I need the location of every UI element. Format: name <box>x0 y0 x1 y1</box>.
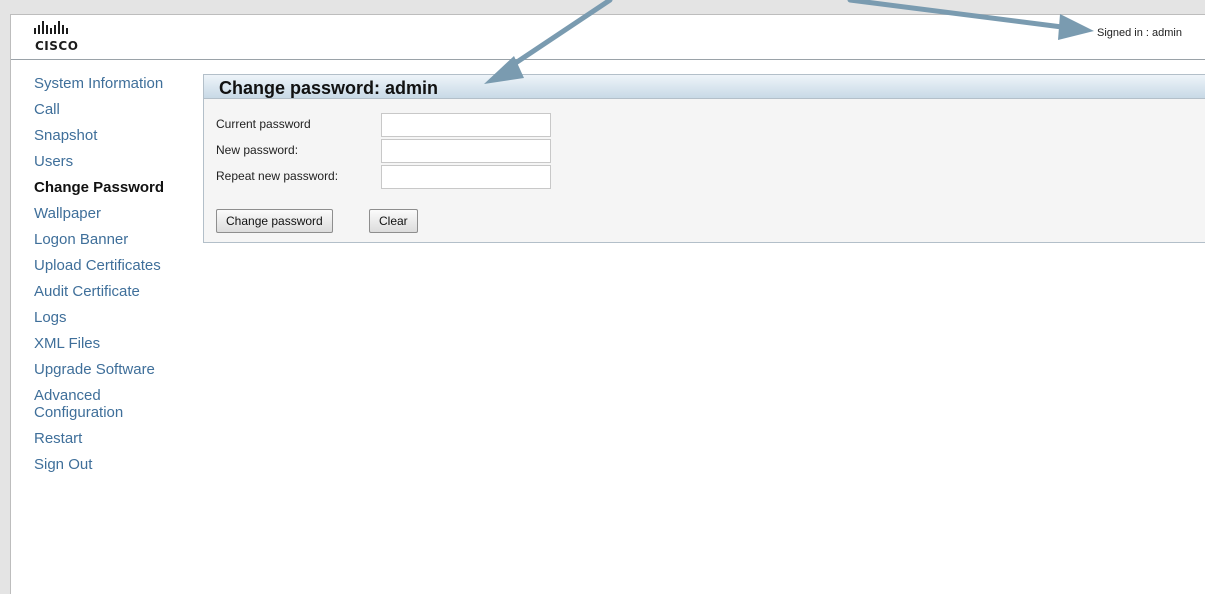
sidebar-item-wallpaper[interactable]: Wallpaper <box>34 205 194 222</box>
cisco-logo-bars-icon <box>34 21 68 34</box>
cisco-logo: CISCO <box>34 21 78 55</box>
current-password-label: Current password <box>216 117 311 131</box>
change-password-panel: Change password: admin Current password … <box>203 74 1205 243</box>
sidebar-item-sign-out[interactable]: Sign Out <box>34 456 194 473</box>
sidebar-nav: System Information Call Snapshot Users C… <box>11 75 196 482</box>
app-window: CISCO Signed in : admin System Informatio… <box>10 14 1205 594</box>
sidebar-item-users[interactable]: Users <box>34 153 194 170</box>
page-title: Change password: admin <box>219 78 439 98</box>
repeat-password-input[interactable] <box>381 165 551 189</box>
sidebar-item-advanced-configuration[interactable]: Advanced Configuration <box>34 387 194 421</box>
new-password-input[interactable] <box>381 139 551 163</box>
new-password-label: New password: <box>216 143 299 157</box>
sidebar-item-change-password[interactable]: Change Password <box>34 179 194 196</box>
sidebar-item-upgrade-software[interactable]: Upgrade Software <box>34 361 194 378</box>
sidebar-item-call[interactable]: Call <box>34 101 194 118</box>
sidebar-item-audit-certificate[interactable]: Audit Certificate <box>34 283 194 300</box>
signed-in-label: Signed in : <box>1097 27 1149 39</box>
sidebar-item-restart[interactable]: Restart <box>34 430 194 447</box>
sidebar-item-xml-files[interactable]: XML Files <box>34 335 194 352</box>
sidebar-item-upload-certificates[interactable]: Upload Certificates <box>34 257 194 274</box>
current-password-input[interactable] <box>381 113 551 137</box>
signed-in-user: admin <box>1151 27 1182 39</box>
sidebar-item-logs[interactable]: Logs <box>34 309 194 326</box>
panel-header: Change password: admin <box>204 75 1205 99</box>
header: CISCO Signed in : admin <box>11 15 1205 60</box>
sidebar-item-logon-banner[interactable]: Logon Banner <box>34 231 194 248</box>
clear-button[interactable]: Clear <box>369 209 418 233</box>
sidebar-item-system-information[interactable]: System Information <box>34 75 194 92</box>
change-password-button[interactable]: Change password <box>216 209 333 233</box>
signed-in-status: Signed in : admin <box>1097 27 1182 39</box>
sidebar-item-snapshot[interactable]: Snapshot <box>34 127 194 144</box>
cisco-logo-text: CISCO <box>35 39 79 53</box>
repeat-password-label: Repeat new password: <box>216 169 339 183</box>
